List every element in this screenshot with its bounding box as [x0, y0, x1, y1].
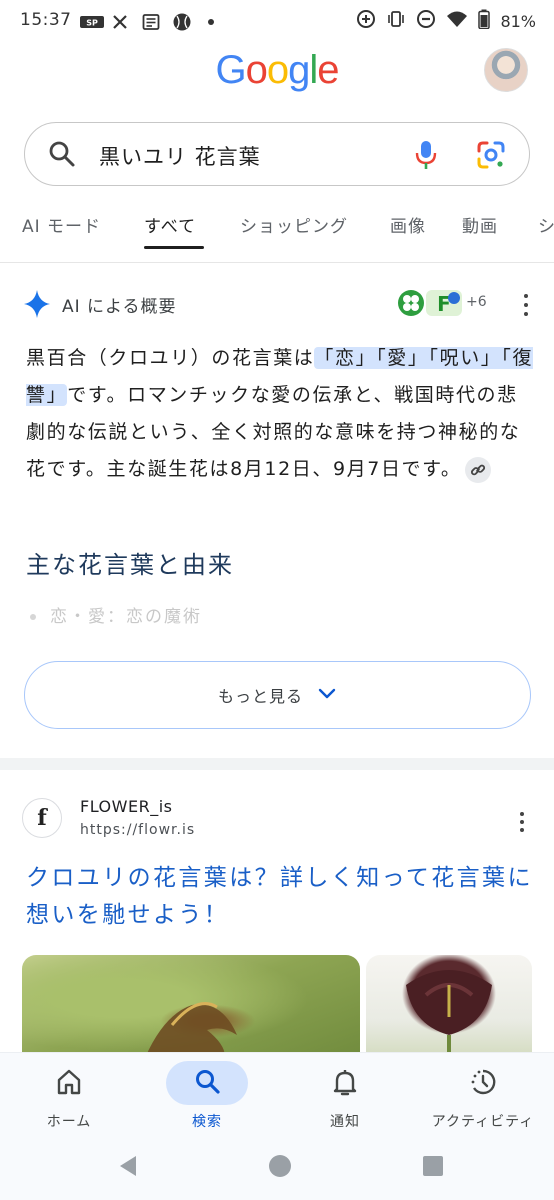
wifi-icon — [446, 10, 468, 32]
battery-icon — [478, 9, 491, 33]
news-icon — [142, 12, 160, 32]
ai-overview-text: 黒百合（クロユリ）の花言葉は「恋」「愛」「呪い」「復讐」です。ロマンチックな愛の… — [26, 340, 534, 488]
nav-notifications-label: 通知 — [330, 1114, 360, 1130]
nav-search[interactable]: 検索 — [138, 1053, 276, 1141]
tab-images[interactable]: 画像 — [390, 212, 426, 237]
nav-search-label: 検索 — [192, 1114, 222, 1130]
nav-notifications[interactable]: 通知 — [276, 1053, 414, 1141]
ai-sparkle-icon — [22, 288, 52, 320]
tab-shopping[interactable]: ショッピング — [240, 212, 348, 237]
search-input[interactable]: 黒いユリ 花言葉 — [99, 141, 261, 171]
battery-percent: 81% — [500, 11, 536, 31]
result-image-side[interactable] — [366, 955, 532, 1065]
tab-all[interactable]: すべて — [144, 212, 196, 237]
tab-videos[interactable]: 動画 — [462, 212, 498, 237]
ai-section-title: 主な花言葉と由来 — [26, 551, 234, 579]
back-icon[interactable] — [116, 1154, 140, 1178]
show-more-button[interactable]: もっと見る — [24, 661, 531, 729]
nav-activity-label: アクティビティ — [431, 1114, 535, 1130]
system-navigation-bar — [0, 1140, 554, 1200]
bottom-navigation: ホーム 検索 通知 アクティビティ — [0, 1052, 554, 1140]
result-more-options-icon[interactable] — [516, 812, 528, 832]
result-site-name[interactable]: FLOWER_is — [80, 797, 172, 816]
ai-overview-title: AI による概要 — [62, 297, 177, 317]
nav-activity[interactable]: アクティビティ — [414, 1053, 552, 1141]
google-logo[interactable]: Google — [0, 48, 554, 93]
microphone-icon[interactable] — [411, 139, 441, 171]
search-bar[interactable]: 黒いユリ 花言葉 — [24, 122, 530, 186]
faded-item-text: 恋・愛：恋の魔術 — [50, 607, 202, 627]
show-more-label: もっと見る — [217, 687, 303, 706]
system-status: 81% — [356, 9, 536, 33]
google-lens-icon[interactable] — [475, 139, 507, 171]
site-favicon[interactable]: f — [22, 798, 62, 838]
svg-text:SP: SP — [86, 19, 98, 28]
bullet-dot — [30, 614, 36, 620]
bell-icon — [331, 1067, 359, 1097]
nav-home-label: ホーム — [46, 1114, 92, 1130]
data-saver-icon — [356, 9, 376, 33]
status-bar: 15:37 SP 81% — [0, 0, 554, 44]
result-title-link[interactable]: クロユリの花言葉は？詳しく知って花言葉に想いを馳せよう！ — [26, 860, 536, 934]
logo-letter: g — [288, 48, 310, 92]
search-tabs: AI モード すべて ショッピング 画像 動画 シ — [0, 212, 554, 252]
vibrate-icon — [386, 9, 406, 33]
logo-letter: o — [266, 48, 289, 92]
ai-more-options-icon[interactable] — [520, 294, 532, 316]
home-icon — [55, 1067, 83, 1097]
home-button-icon[interactable] — [268, 1154, 292, 1178]
tabs-divider — [0, 262, 554, 263]
tab-more-cut[interactable]: シ — [538, 212, 554, 237]
status-time: 15:37 — [20, 10, 72, 30]
recents-icon[interactable] — [421, 1154, 445, 1178]
active-tab-indicator — [144, 246, 204, 249]
link-icon[interactable] — [465, 456, 492, 483]
baseball-icon — [172, 12, 192, 32]
dnd-icon — [416, 9, 436, 33]
ai-text-part2: です。ロマンチックな愛の伝承と、戦国時代の悲劇的な伝説という、全く対照的な意味を… — [26, 384, 521, 480]
sports-app-icon: SP — [80, 12, 104, 32]
ai-faded-list-item: 恋・愛：恋の魔術 — [30, 602, 202, 627]
logo-letter: G — [215, 48, 246, 92]
nav-home[interactable]: ホーム — [0, 1053, 138, 1141]
google-search-screen: 15:37 SP 81% Google 黒いユリ 花言葉 AI モード すべて … — [0, 0, 554, 1200]
section-separator — [0, 758, 554, 770]
tab-ai-mode[interactable]: AI モード — [22, 212, 101, 237]
logo-letter: o — [245, 48, 268, 92]
ai-overview-header: AI による概要 F +6 — [22, 288, 532, 322]
activity-icon — [469, 1067, 497, 1097]
dot-icon — [207, 12, 215, 32]
ai-text-part1: 黒百合（クロユリ）の花言葉は — [26, 347, 315, 369]
avatar[interactable] — [484, 48, 528, 92]
search-icon — [47, 139, 77, 169]
logo-letter: e — [317, 48, 339, 92]
result-url[interactable]: https://flowr.is — [80, 822, 195, 838]
source-favicons[interactable]: F — [396, 288, 466, 318]
result-image-main[interactable] — [22, 955, 360, 1065]
search-icon — [193, 1067, 221, 1097]
chevron-down-icon — [317, 686, 337, 705]
source-count[interactable]: +6 — [466, 294, 487, 310]
x-icon — [112, 12, 128, 32]
